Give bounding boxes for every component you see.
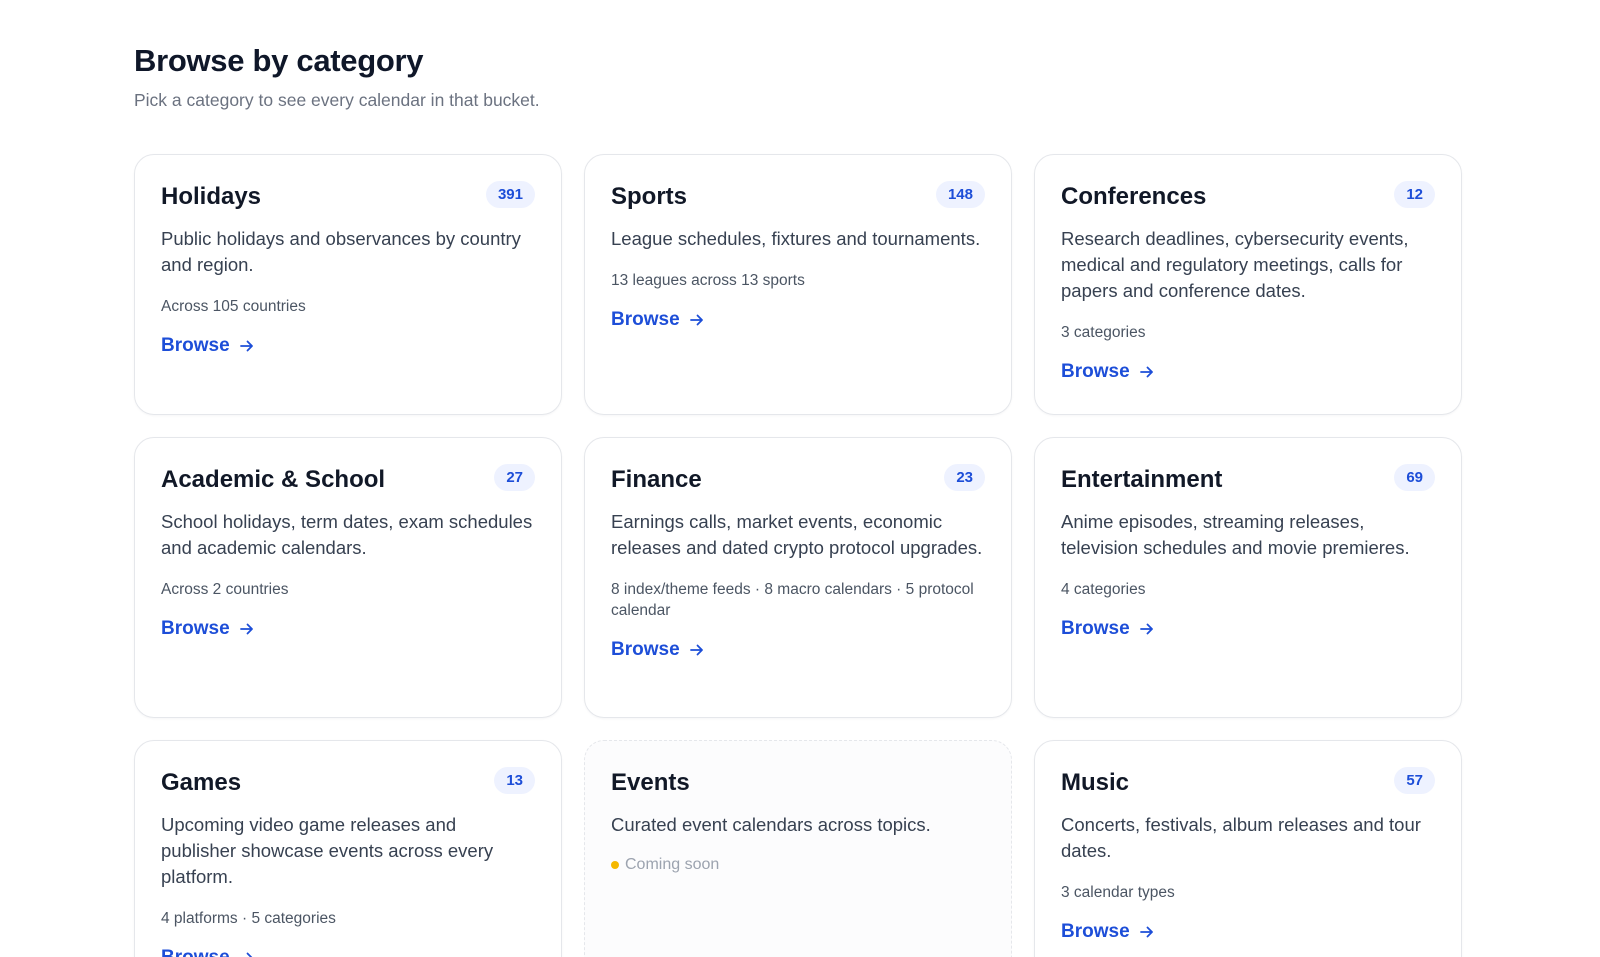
category-card-events: Events Curated event calendars across to… bbox=[584, 740, 1012, 957]
page-title: Browse by category bbox=[134, 43, 424, 78]
card-title: Holidays bbox=[161, 183, 262, 210]
card-meta: 4 platforms · 5 categories bbox=[161, 909, 336, 927]
card-description: Public holidays and observances by count… bbox=[161, 227, 521, 275]
count-badge: 27 bbox=[494, 464, 535, 491]
card-meta: Across 105 countries bbox=[161, 297, 306, 315]
category-card-finance[interactable]: Finance 23 Earnings calls, market events… bbox=[584, 437, 1012, 718]
count-badge: 69 bbox=[1394, 464, 1435, 491]
card-title: Sports bbox=[611, 183, 688, 210]
count-badge: 391 bbox=[485, 181, 535, 208]
card-meta: 13 leagues across 13 sports bbox=[611, 271, 805, 289]
card-description: Concerts, festivals, album releases and … bbox=[1061, 813, 1421, 861]
arrow-right-icon bbox=[689, 644, 703, 656]
browse-link-games[interactable]: Browse bbox=[161, 947, 255, 957]
browse-link-conferences[interactable]: Browse bbox=[1061, 361, 1155, 383]
browse-link-academic-school[interactable]: Browse bbox=[161, 618, 255, 640]
card-title: Conferences bbox=[1061, 183, 1207, 210]
count-badge: 13 bbox=[494, 767, 535, 794]
coming-soon-status: Coming soon bbox=[611, 856, 985, 874]
status-dot-icon bbox=[611, 860, 619, 869]
arrow-right-icon bbox=[689, 314, 703, 326]
card-title: Events bbox=[611, 769, 690, 796]
browse-link-label: Browse bbox=[161, 334, 230, 356]
arrow-right-icon bbox=[239, 340, 253, 352]
arrow-right-icon bbox=[240, 952, 253, 957]
category-card-games[interactable]: Games 13 Upcoming video game releases an… bbox=[134, 740, 562, 957]
card-description: Anime episodes, streaming releases, tele… bbox=[1061, 510, 1410, 558]
card-description: School holidays, term dates, exam schedu… bbox=[161, 510, 533, 558]
card-meta: 3 categories bbox=[1061, 323, 1146, 341]
browse-link-music[interactable]: Browse bbox=[1061, 921, 1155, 943]
page-subtitle: Pick a category to see every calendar in… bbox=[134, 90, 540, 111]
category-card-conferences[interactable]: Conferences 12 Research deadlines, cyber… bbox=[1034, 154, 1462, 415]
card-description: League schedules, fixtures and tournamen… bbox=[611, 227, 981, 249]
category-page: Browse by category Pick a category to se… bbox=[0, 0, 1600, 957]
arrow-right-icon bbox=[239, 623, 253, 635]
browse-link-finance[interactable]: Browse bbox=[611, 639, 705, 661]
card-title: Games bbox=[161, 769, 242, 796]
category-card-academic-school[interactable]: Academic & School 27 School holidays, te… bbox=[134, 437, 562, 718]
card-description: Earnings calls, market events, economic … bbox=[611, 510, 983, 558]
category-card-sports[interactable]: Sports 148 League schedules, fixtures an… bbox=[584, 154, 1012, 415]
card-meta: 4 categories bbox=[1061, 580, 1146, 598]
card-meta: Across 2 countries bbox=[161, 580, 289, 598]
card-description: Research deadlines, cybersecurity events… bbox=[1061, 227, 1409, 301]
arrow-right-icon bbox=[1139, 926, 1153, 938]
category-grid: Holidays 391 Public holidays and observa… bbox=[134, 154, 1462, 957]
count-badge: 12 bbox=[1394, 181, 1435, 208]
card-title: Academic & School bbox=[161, 466, 386, 493]
card-description: Curated event calendars across topics. bbox=[611, 813, 931, 835]
arrow-right-icon bbox=[1139, 366, 1153, 378]
category-card-music[interactable]: Music 57 Concerts, festivals, album rele… bbox=[1034, 740, 1462, 957]
browse-link-label: Browse bbox=[1061, 920, 1130, 942]
category-card-entertainment[interactable]: Entertainment 69 Anime episodes, streami… bbox=[1034, 437, 1462, 718]
card-title: Finance bbox=[611, 466, 702, 493]
card-title: Music bbox=[1061, 769, 1130, 796]
card-meta: 8 index/theme feeds · 8 macro calendars … bbox=[611, 580, 974, 619]
card-meta: 3 calendar types bbox=[1061, 883, 1175, 901]
browse-link-entertainment[interactable]: Browse bbox=[1061, 618, 1155, 640]
browse-link-label: Browse bbox=[1061, 360, 1130, 382]
count-badge: 23 bbox=[944, 464, 985, 491]
card-description: Upcoming video game releases and publish… bbox=[161, 813, 494, 887]
browse-link-sports[interactable]: Browse bbox=[611, 309, 705, 331]
browse-link-holidays[interactable]: Browse bbox=[161, 335, 255, 357]
count-badge: 148 bbox=[935, 181, 985, 208]
category-card-holidays[interactable]: Holidays 391 Public holidays and observa… bbox=[134, 154, 562, 415]
count-badge: 57 bbox=[1394, 767, 1435, 794]
browse-link-label: Browse bbox=[1061, 617, 1130, 639]
arrow-right-icon bbox=[1139, 623, 1153, 635]
browse-link-label: Browse bbox=[611, 308, 680, 330]
browse-link-label: Browse bbox=[611, 638, 680, 660]
browse-link-label: Browse bbox=[161, 617, 230, 639]
card-title: Entertainment bbox=[1061, 466, 1223, 493]
coming-soon-label: Coming soon bbox=[625, 855, 720, 873]
browse-link-label: Browse bbox=[161, 947, 230, 957]
